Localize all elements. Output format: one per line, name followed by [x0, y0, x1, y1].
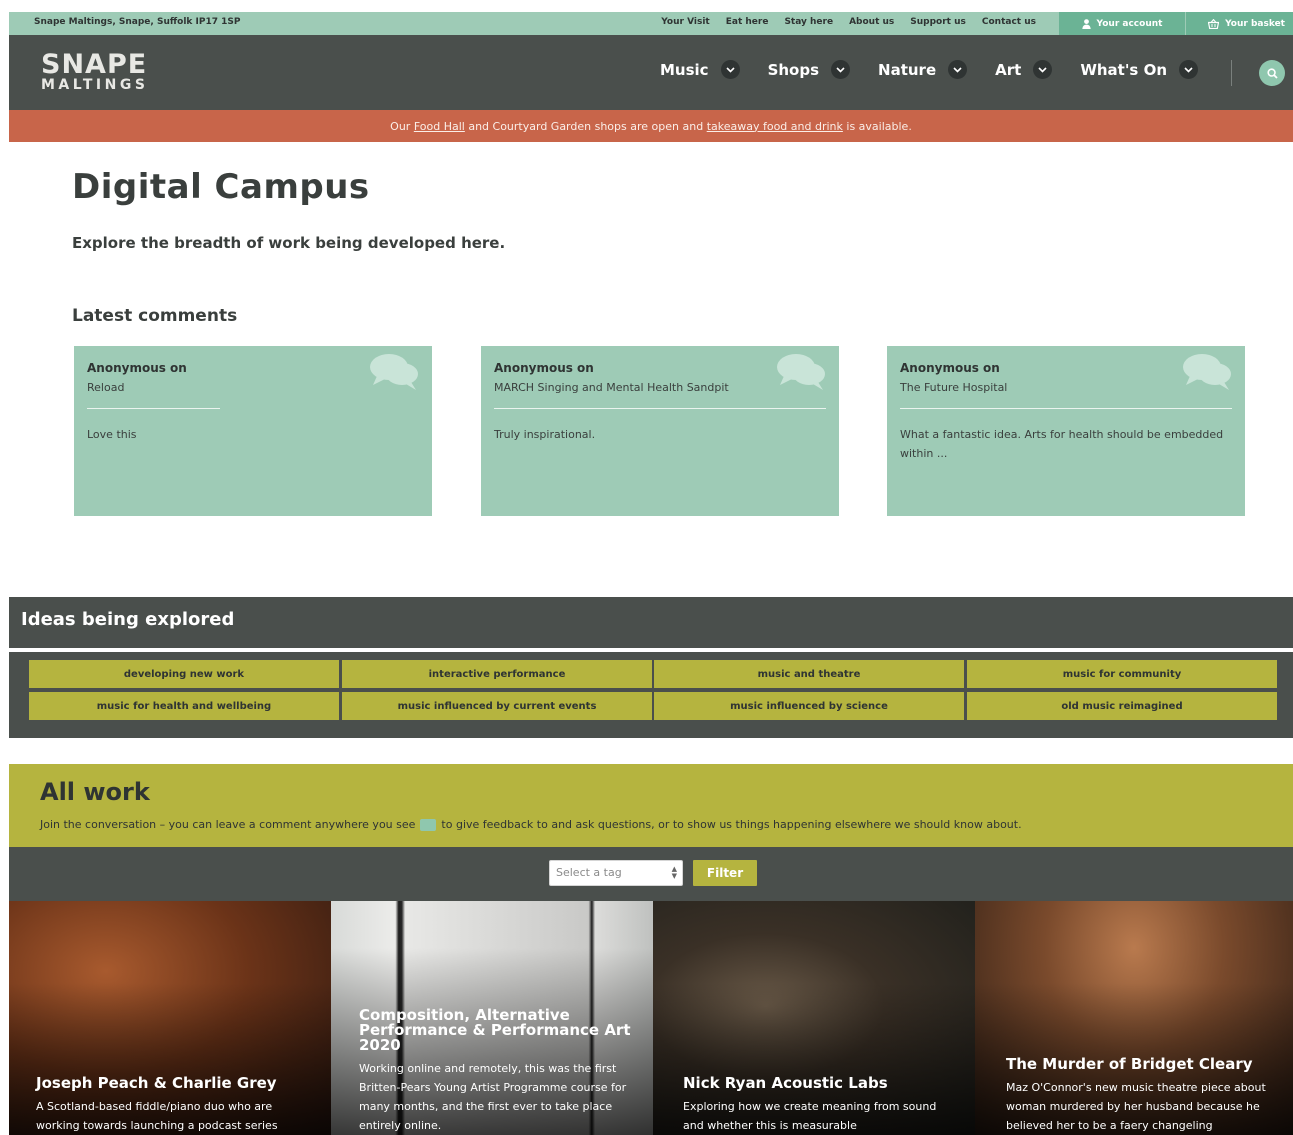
tag-music-and-theatre[interactable]: music and theatre [654, 660, 964, 688]
tag-select-placeholder: Select a tag [556, 866, 622, 879]
tile-caption: Nick Ryan Acoustic Labs Exploring how we… [683, 1076, 957, 1135]
work-tile[interactable]: Nick Ryan Acoustic Labs Exploring how we… [653, 901, 975, 1135]
venue-address: Snape Maltings, Snape, Suffolk IP17 1SP [34, 17, 241, 27]
nav-item-nature[interactable]: Nature [878, 60, 968, 79]
tag-music-influenced-by-current-events[interactable]: music influenced by current events [342, 692, 652, 720]
tile-caption: Composition, Alternative Performance & P… [359, 1008, 635, 1135]
page: Snape Maltings, Snape, Suffolk IP17 1SP … [9, 12, 1293, 1135]
ideas-section-header: Ideas being explored [9, 597, 1293, 648]
chevron-down-icon[interactable] [948, 60, 968, 79]
link-eat-here[interactable]: Eat here [726, 17, 769, 27]
info-banner: Our Food Hall and Courtyard Garden shops… [9, 110, 1293, 142]
logo-line-1: SNAPE [41, 49, 148, 80]
comment-bubble-icon [420, 818, 437, 831]
utility-links: Your Visit Eat here Stay here About us S… [661, 17, 1036, 27]
comment-card[interactable]: Anonymous on The Future Hospital What a … [887, 346, 1245, 516]
tile-title: Nick Ryan Acoustic Labs [683, 1074, 888, 1092]
speech-bubbles-icon [370, 354, 418, 390]
note-text: to give feedback to and ask questions, o… [441, 818, 1022, 831]
basket-button[interactable]: Your basket [1186, 12, 1293, 35]
tile-description: Exploring how we create meaning from sou… [683, 1100, 937, 1132]
comment-card[interactable]: Anonymous on Reload Love this [74, 346, 432, 516]
chevron-down-icon[interactable] [831, 60, 851, 79]
site-header: SNAPE MALTINGS Music Shops Nature Art Wh… [9, 35, 1293, 110]
nav-label: What's On [1080, 60, 1168, 79]
link-stay-here[interactable]: Stay here [784, 17, 833, 27]
work-tile[interactable]: The Murder of Bridget Cleary Maz O'Conno… [975, 901, 1293, 1135]
tile-title: The Murder of Bridget Cleary [1006, 1055, 1253, 1073]
select-arrows-icon: ▲ ▼ [671, 865, 677, 880]
chevron-down-icon[interactable] [1033, 60, 1053, 79]
nav-label: Nature [878, 60, 937, 79]
nav-label: Shops [767, 60, 820, 79]
note-text: Join the conversation – you can leave a … [40, 818, 416, 831]
tag-music-for-health-and-wellbeing[interactable]: music for health and wellbeing [29, 692, 339, 720]
search-button[interactable] [1259, 60, 1285, 86]
food-hall-link[interactable]: Food Hall [414, 120, 465, 133]
utility-bar: Snape Maltings, Snape, Suffolk IP17 1SP … [9, 12, 1293, 35]
work-tile[interactable]: Composition, Alternative Performance & P… [331, 901, 653, 1135]
basket-icon [1208, 18, 1220, 29]
chevron-down-icon[interactable] [1179, 60, 1199, 79]
speech-bubbles-icon [1183, 354, 1231, 390]
comment-text: Truly inspirational. [494, 428, 596, 441]
site-logo[interactable]: SNAPE MALTINGS [41, 51, 148, 92]
nav-label: Music [660, 60, 709, 79]
filter-bar: Select a tag ▲ ▼ Filter [9, 847, 1293, 901]
nav-item-whats-on[interactable]: What's On [1080, 60, 1199, 79]
ideas-heading: Ideas being explored [21, 609, 235, 630]
tag-interactive-performance[interactable]: interactive performance [342, 660, 652, 688]
nav-divider [1231, 60, 1232, 86]
banner-text: and Courtyard Garden shops are open and [464, 119, 707, 133]
comment-divider [87, 408, 220, 409]
user-icon [1081, 18, 1091, 29]
main-nav: Music Shops Nature Art What's On [660, 60, 1226, 79]
tag-developing-new-work[interactable]: developing new work [29, 660, 339, 688]
comment-text: What a fantastic idea. Arts for health s… [900, 428, 1224, 460]
tag-old-music-reimagined[interactable]: old music reimagined [967, 692, 1277, 720]
link-support-us[interactable]: Support us [910, 17, 966, 27]
tag-music-influenced-by-science[interactable]: music influenced by science [654, 692, 964, 720]
nav-label: Art [995, 60, 1022, 79]
all-work-section: All work Join the conversation – you can… [9, 764, 1293, 847]
tile-description: A Scotland-based fiddle/piano duo who ar… [36, 1100, 278, 1132]
tile-title: Composition, Alternative Performance & P… [359, 1006, 631, 1054]
tag-select[interactable]: Select a tag ▲ ▼ [549, 860, 683, 886]
tile-title: Joseph Peach & Charlie Grey [36, 1074, 277, 1092]
account-button[interactable]: Your account [1059, 12, 1185, 35]
link-your-visit[interactable]: Your Visit [661, 17, 710, 27]
nav-item-art[interactable]: Art [995, 60, 1053, 79]
speech-bubbles-icon [777, 354, 825, 390]
chevron-down-icon[interactable] [720, 60, 740, 79]
ideas-tag-grid: developing new work interactive performa… [9, 652, 1293, 738]
link-contact-us[interactable]: Contact us [982, 17, 1036, 27]
banner-text: Our [390, 119, 414, 133]
comment-divider [494, 408, 826, 409]
tile-caption: Joseph Peach & Charlie Grey A Scotland-b… [36, 1076, 313, 1135]
takeaway-link[interactable]: takeaway food and drink [707, 120, 843, 133]
work-tile[interactable]: Joseph Peach & Charlie Grey A Scotland-b… [9, 901, 331, 1135]
all-work-heading: All work [40, 778, 150, 806]
latest-comments-heading: Latest comments [72, 306, 238, 326]
tile-caption: The Murder of Bridget Cleary Maz O'Conno… [1006, 1057, 1283, 1135]
nav-item-music[interactable]: Music [660, 60, 740, 79]
banner-text: is available. [842, 119, 912, 133]
tag-music-for-community[interactable]: music for community [967, 660, 1277, 688]
account-label: Your account [1096, 18, 1163, 29]
tile-description: Working online and remotely, this was th… [359, 1062, 627, 1132]
all-work-note: Join the conversation – you can leave a … [40, 818, 1022, 831]
page-subtitle: Explore the breadth of work being develo… [72, 234, 506, 252]
comment-divider [900, 408, 1232, 409]
link-about-us[interactable]: About us [849, 17, 894, 27]
comment-card[interactable]: Anonymous on MARCH Singing and Mental He… [481, 346, 839, 516]
search-icon [1266, 67, 1278, 79]
page-title: Digital Campus [72, 167, 370, 207]
filter-button[interactable]: Filter [693, 860, 757, 886]
logo-line-2: MALTINGS [41, 77, 149, 93]
basket-label: Your basket [1225, 18, 1285, 29]
comment-text: Love this [87, 428, 137, 441]
nav-item-shops[interactable]: Shops [767, 60, 851, 79]
tile-description: Maz O'Connor's new music theatre piece a… [1006, 1081, 1266, 1132]
